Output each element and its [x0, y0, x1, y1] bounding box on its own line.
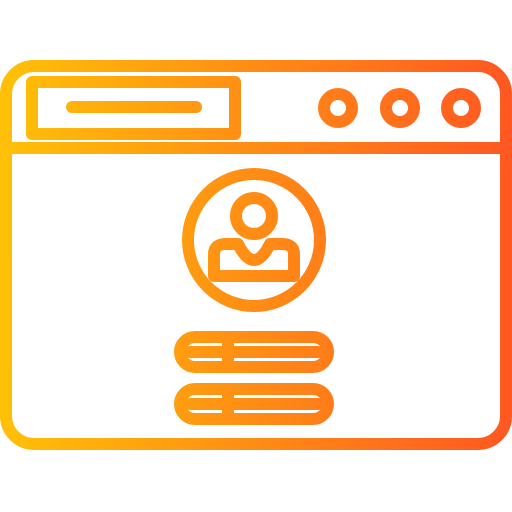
user-icon-body [208, 238, 300, 282]
form-field [174, 383, 334, 425]
avatar [182, 168, 326, 312]
window-controls [318, 88, 481, 128]
window-control-circle [441, 88, 481, 128]
window-control-circle [318, 88, 358, 128]
browser-user-profile-icon [0, 60, 512, 450]
window-control-circle [380, 88, 420, 128]
form-field [174, 331, 334, 373]
user-icon-head [230, 192, 278, 240]
icon-canvas [0, 0, 512, 512]
